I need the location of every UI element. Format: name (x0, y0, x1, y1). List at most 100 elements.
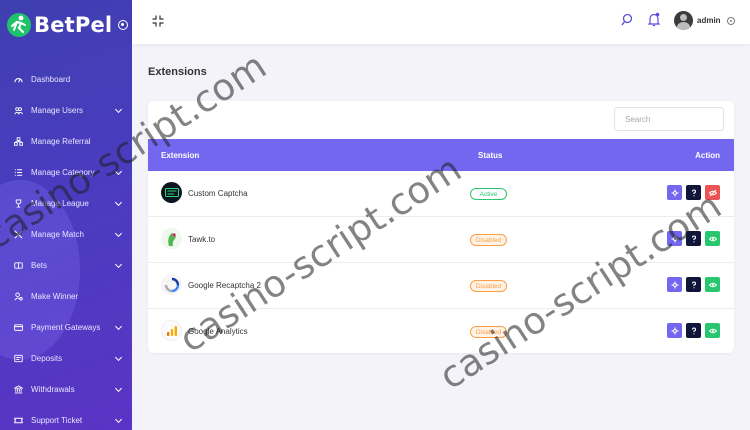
disable-button[interactable] (705, 185, 720, 200)
sidebar-item-manage-referral[interactable]: Manage Referral (0, 126, 132, 157)
dashboard-icon (13, 74, 24, 85)
sidebar-item-payment-gateways[interactable]: Payment Gateways (0, 312, 132, 343)
collapse-icon[interactable] (152, 15, 164, 27)
runner-logo-icon (7, 13, 31, 37)
bets-icon (13, 260, 24, 271)
sidebar-item-manage-category[interactable]: Manage Category (0, 157, 132, 188)
sidebar-item-deposits[interactable]: Deposits (0, 343, 132, 374)
ticket-icon (13, 415, 24, 426)
sidebar-item-label: Withdrawals (31, 385, 75, 394)
sidebar-item-label: Dashboard (31, 75, 71, 84)
sidebar-item-manage-league[interactable]: Manage League (0, 188, 132, 219)
chevron-down-icon (114, 322, 123, 331)
google-analytics-logo-icon (161, 320, 182, 341)
credit-card-icon (13, 322, 24, 333)
sidebar-toggle-icon[interactable] (118, 20, 129, 30)
trophy-icon (13, 198, 24, 209)
search-input[interactable] (614, 107, 724, 131)
row-actions (667, 231, 720, 246)
table-row: Custom Captcha Active (148, 171, 734, 217)
sidebar-item-label: Manage Category (31, 168, 95, 177)
configure-button[interactable] (667, 231, 682, 246)
top-header: admin (132, 0, 750, 44)
sidebar-item-make-winner[interactable]: Make Winner (0, 281, 132, 312)
question-icon (691, 188, 696, 196)
chevron-down-icon (114, 260, 123, 269)
extension-name: Google Recaptcha 2 (188, 281, 261, 290)
configure-button[interactable] (667, 277, 682, 292)
chevron-down-icon (114, 198, 123, 207)
winner-icon (13, 291, 24, 302)
sidebar: BetPel Dashboard Manage Users Manage Ref… (0, 0, 132, 430)
eye-icon (708, 236, 717, 241)
gear-icon (671, 189, 678, 196)
eye-slash-icon (708, 189, 717, 196)
sidebar-item-label: Bets (31, 261, 48, 270)
help-button[interactable] (686, 277, 701, 292)
row-actions (667, 323, 720, 338)
enable-button[interactable] (705, 277, 720, 292)
sidebar-item-label: Manage Users (31, 106, 84, 115)
sidebar-item-manage-match[interactable]: Manage Match (0, 219, 132, 250)
status-badge: Active (470, 188, 507, 200)
chevron-down-icon (114, 384, 123, 393)
gear-icon (671, 235, 678, 242)
status-badge: Disabled (470, 280, 507, 292)
column-header-extension: Extension (161, 151, 200, 160)
sidebar-item-label: Deposits (31, 354, 63, 363)
sidebar-item-bets[interactable]: Bets (0, 250, 132, 281)
question-icon (691, 234, 696, 242)
enable-button[interactable] (705, 323, 720, 338)
sidebar-item-label: Payment Gateways (31, 323, 101, 332)
custom-captcha-logo-icon (161, 182, 182, 203)
extension-name: Tawk.to (188, 235, 216, 244)
help-button[interactable] (686, 323, 701, 338)
sidebar-item-label: Manage League (31, 199, 89, 208)
sidebar-item-label: Manage Match (31, 230, 84, 239)
sidebar-item-support-ticket[interactable]: Support Ticket (0, 405, 132, 430)
table-row: Google Recaptcha 2 Disabled (148, 263, 734, 309)
column-header-action: Action (695, 151, 720, 160)
sidebar-item-label: Support Ticket (31, 416, 83, 425)
question-icon (691, 280, 696, 288)
search-icon[interactable] (621, 13, 633, 27)
sidebar-item-withdrawals[interactable]: Withdrawals (0, 374, 132, 405)
row-actions (667, 185, 720, 200)
help-button[interactable] (686, 231, 701, 246)
bank-icon (13, 384, 24, 395)
sidebar-item-label: Make Winner (31, 292, 79, 301)
sidebar-item-dashboard[interactable]: Dashboard (0, 64, 132, 95)
column-header-status: Status (478, 151, 503, 160)
brand-logo[interactable]: BetPel (6, 10, 129, 40)
sidebar-menu: Dashboard Manage Users Manage Referral M… (0, 64, 132, 430)
sidebar-item-manage-users[interactable]: Manage Users (0, 95, 132, 126)
table-row: Tawk.to Disabled (148, 217, 734, 263)
status-badge: Disabled (470, 326, 507, 338)
extensions-card: Extension Status Action Custom Captcha A… (148, 101, 734, 353)
avatar[interactable] (674, 11, 693, 30)
match-icon (13, 229, 24, 240)
table-header: Extension Status Action (148, 139, 734, 171)
question-icon (691, 326, 696, 334)
users-icon (13, 105, 24, 116)
chevron-down-icon (114, 105, 123, 114)
status-badge: Disabled (470, 234, 507, 246)
bell-icon[interactable] (648, 12, 660, 27)
chevron-down-icon (114, 415, 123, 424)
chevron-down-icon (114, 229, 123, 238)
row-actions (667, 277, 720, 292)
gear-icon (671, 281, 678, 288)
help-button[interactable] (686, 185, 701, 200)
extension-name: Google Analytics (188, 327, 248, 336)
referral-icon (13, 136, 24, 147)
user-name[interactable]: admin (697, 16, 721, 25)
list-icon (13, 167, 24, 178)
google-recaptcha-logo-icon (161, 274, 182, 295)
user-menu-icon[interactable] (727, 17, 735, 25)
enable-button[interactable] (705, 231, 720, 246)
chevron-down-icon (114, 353, 123, 362)
table-row: Google Analytics Disabled (148, 309, 734, 353)
brand-name: BetPel (34, 13, 113, 37)
configure-button[interactable] (667, 323, 682, 338)
configure-button[interactable] (667, 185, 682, 200)
